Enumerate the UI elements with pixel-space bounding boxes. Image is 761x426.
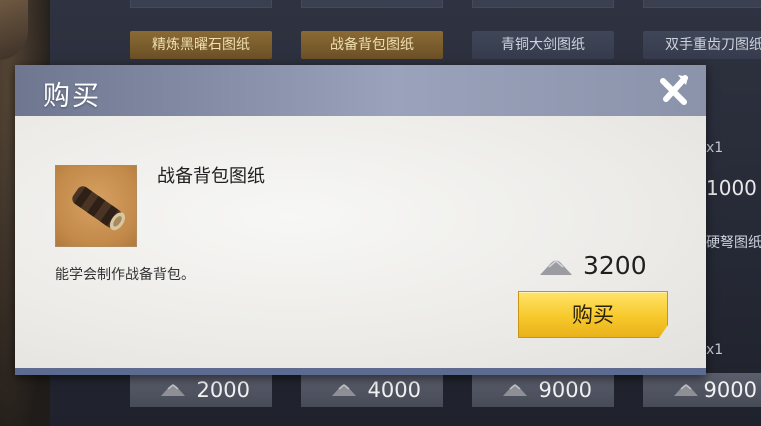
silver-pile-icon	[161, 384, 185, 396]
silver-pile-icon	[540, 259, 572, 275]
shop-item-tag[interactable]: 双手重齿刀图纸	[643, 31, 761, 59]
grid-cell-top	[643, 0, 761, 8]
silver-pile-icon	[674, 384, 698, 396]
dialog-title: 购买	[43, 81, 101, 112]
shop-item-price: 9000	[643, 373, 761, 407]
price-value: 9000	[703, 378, 757, 402]
shop-item-tag[interactable]: 青铜大剑图纸	[472, 31, 614, 59]
item-name: 战备背包图纸	[157, 166, 265, 187]
price-value: 3200	[583, 251, 647, 280]
grid-cell-top	[301, 0, 443, 8]
item-count: x1	[706, 342, 724, 358]
shop-item-price: 4000	[301, 373, 443, 407]
buy-button[interactable]: 购买	[518, 291, 668, 338]
shop-item-tag[interactable]: 硬弩图纸	[706, 232, 761, 252]
price-value: 2000	[196, 378, 250, 402]
dialog-footer-strip	[15, 368, 706, 375]
shop-item-price: 2000	[130, 373, 272, 407]
item-count: x1	[706, 140, 724, 156]
price-display: 3200	[539, 251, 659, 281]
shop-item-price: 9000	[472, 373, 614, 407]
grid-cell-top	[130, 0, 272, 8]
close-icon[interactable]	[658, 73, 692, 107]
shop-item-tag[interactable]: 战备背包图纸	[301, 31, 443, 59]
grid-cell-top	[472, 0, 614, 8]
silver-pile-icon	[332, 384, 356, 396]
dialog-header: 购买	[15, 65, 706, 116]
shop-item-tag[interactable]: 精炼黑曜石图纸	[130, 31, 272, 59]
item-description: 能学会制作战备背包。	[55, 267, 195, 283]
game-screen: 精炼黑曜石图纸 战备背包图纸 青铜大剑图纸 双手重齿刀图纸 x1 1000 硬弩…	[0, 0, 761, 426]
character-head	[0, 0, 28, 60]
scroll-blueprint-icon	[72, 186, 126, 231]
item-price: 1000	[706, 176, 757, 200]
price-value: 4000	[367, 378, 421, 402]
purchase-dialog: 购买 战备背包图纸 能学会制作战备背包。 3200 购买	[15, 65, 706, 375]
price-value: 9000	[538, 378, 592, 402]
item-thumbnail	[55, 165, 137, 247]
dialog-body: 战备背包图纸 能学会制作战备背包。 3200 购买	[15, 116, 706, 368]
silver-pile-icon	[503, 384, 527, 396]
